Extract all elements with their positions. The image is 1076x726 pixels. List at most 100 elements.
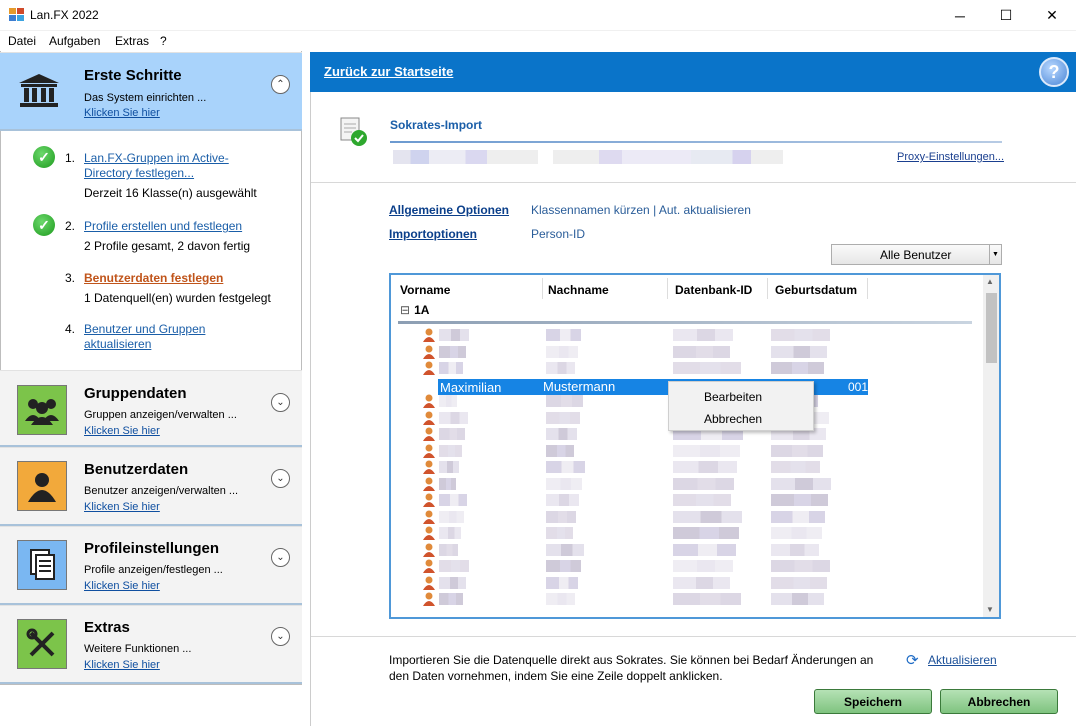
filter-value: Alle Benutzer: [880, 248, 952, 262]
group-icon: [17, 385, 67, 435]
context-menu-edit[interactable]: Bearbeiten: [704, 390, 762, 404]
user-row-icon: [422, 526, 436, 540]
redacted-cell: [439, 527, 461, 539]
step-link-gruppen[interactable]: Lan.FX-Gruppen im Active-: [84, 151, 229, 166]
step-link-aktualisieren[interactable]: Benutzer und Gruppen: [84, 322, 205, 337]
panel-link[interactable]: Klicken Sie hier: [84, 107, 160, 119]
expand-icon[interactable]: ⌄: [271, 627, 290, 646]
minimize-button[interactable]: ─: [937, 0, 983, 31]
close-button[interactable]: ✕: [1029, 0, 1075, 31]
redacted-cell: [771, 345, 827, 358]
save-button[interactable]: Speichern: [814, 689, 932, 714]
expand-icon[interactable]: ⌄: [271, 469, 290, 488]
column-header-geburtsdatum[interactable]: Geburtsdatum: [775, 283, 857, 297]
step-link-benutzerdaten[interactable]: Benutzerdaten festlegen: [84, 271, 223, 286]
panel-link[interactable]: Klicken Sie hier: [84, 659, 160, 671]
vertical-scrollbar[interactable]: ▲ ▼: [983, 275, 999, 617]
panel-subtitle: Das System einrichten ...: [84, 92, 207, 104]
redacted-cell: [673, 477, 734, 490]
redacted-cell: [546, 510, 576, 523]
context-menu-cancel[interactable]: Abbrechen: [704, 412, 762, 426]
cancel-button[interactable]: Abbrechen: [940, 689, 1058, 714]
user-row-icon: [422, 427, 436, 441]
redacted-cell: [439, 461, 459, 473]
context-menu: Bearbeiten Abbrechen: [668, 381, 814, 431]
redacted-cell: [439, 494, 467, 506]
help-icon[interactable]: ?: [1039, 57, 1069, 87]
window-title: Lan.FX 2022: [30, 8, 99, 22]
column-header-nachname[interactable]: Nachname: [548, 283, 609, 297]
group-row-1a[interactable]: ⊟ 1A: [400, 303, 429, 317]
redacted-cell: [546, 527, 573, 539]
redacted-cell: [439, 395, 457, 407]
expand-icon[interactable]: ⌄: [271, 548, 290, 567]
redacted-cell: [546, 543, 584, 556]
first-name-cell: Maximilian: [440, 380, 502, 395]
step-link-aktualisieren-2[interactable]: aktualisieren: [84, 337, 151, 352]
redacted-cell: [546, 461, 585, 473]
redacted-cell: [771, 543, 819, 556]
redacted-cell: [546, 560, 581, 572]
scrollbar-thumb[interactable]: [986, 293, 997, 363]
user-row-icon: [422, 460, 436, 474]
menu-help[interactable]: ?: [160, 34, 167, 48]
panel-link[interactable]: Klicken Sie hier: [84, 501, 160, 513]
redacted-cell: [673, 593, 741, 605]
redacted-cell: [673, 329, 733, 341]
general-options-link[interactable]: Allgemeine Optionen: [389, 203, 509, 217]
redacted-cell: [439, 329, 469, 341]
collapse-icon[interactable]: ⌃: [271, 75, 290, 94]
group-divider: [398, 321, 972, 324]
collapse-group-icon[interactable]: ⊟: [400, 303, 410, 317]
user-row-icon: [422, 361, 436, 375]
user-row-icon: [422, 510, 436, 524]
maximize-button[interactable]: ☐: [983, 0, 1029, 31]
scroll-up-icon[interactable]: ▲: [986, 277, 994, 286]
scroll-down-icon[interactable]: ▼: [986, 605, 994, 614]
back-to-start-link[interactable]: Zurück zur Startseite: [324, 64, 453, 79]
panel-link[interactable]: Klicken Sie hier: [84, 580, 160, 592]
tools-icon: [17, 619, 67, 669]
import-options-link[interactable]: Importoptionen: [389, 227, 477, 241]
info-text: Importieren Sie die Datenquelle direkt a…: [389, 653, 874, 683]
user-row-icon: [422, 477, 436, 491]
step-link-profile[interactable]: Profile erstellen und festlegen: [84, 219, 242, 234]
step-link-gruppen-2[interactable]: Directory festlegen...: [84, 166, 194, 181]
menu-aufgaben[interactable]: Aufgaben: [49, 34, 100, 48]
redacted-cell: [771, 329, 830, 341]
import-document-icon: [340, 117, 367, 146]
redacted-cell: [771, 494, 828, 506]
user-filter-dropdown[interactable]: Alle Benutzer ▼: [831, 244, 1002, 265]
menu-datei[interactable]: Datei: [8, 34, 36, 48]
dropdown-arrow-icon[interactable]: ▼: [989, 245, 1001, 264]
redacted-cell: [673, 510, 742, 523]
redacted-cell: [771, 560, 830, 572]
user-row-icon: [422, 559, 436, 573]
column-header-datenbank-id[interactable]: Datenbank-ID: [675, 283, 752, 297]
step-number: 1.: [65, 151, 76, 165]
redacted-cell: [439, 345, 466, 358]
redacted-cell: [546, 477, 582, 490]
expand-icon[interactable]: ⌄: [271, 393, 290, 412]
panel-link[interactable]: Klicken Sie hier: [84, 425, 160, 437]
column-header-vorname[interactable]: Vorname: [400, 283, 450, 297]
redacted-cell: [673, 345, 730, 358]
panel-subtitle: Benutzer anzeigen/verwalten ...: [84, 485, 239, 497]
refresh-link[interactable]: Aktualisieren: [928, 653, 997, 667]
user-row-icon: [422, 493, 436, 507]
user-row-icon: [422, 444, 436, 458]
redacted-cell: [439, 510, 464, 523]
redacted-cell: [439, 362, 463, 374]
user-grid[interactable]: Vorname Nachname Datenbank-ID Geburtsdat…: [389, 273, 1001, 619]
redacted-cell: [771, 527, 822, 539]
user-row-icon: [422, 345, 436, 359]
menu-extras[interactable]: Extras: [115, 34, 149, 48]
redacted-cell: [439, 593, 463, 605]
proxy-settings-link[interactable]: Proxy-Einstellungen...: [897, 151, 1004, 163]
refresh-icon[interactable]: ⟳: [906, 651, 919, 669]
redacted-cell: [771, 477, 831, 490]
redacted-cell: [673, 560, 733, 572]
redacted-cell: [673, 494, 731, 506]
redacted-cell: [673, 527, 739, 539]
redacted-cell: [771, 444, 823, 457]
